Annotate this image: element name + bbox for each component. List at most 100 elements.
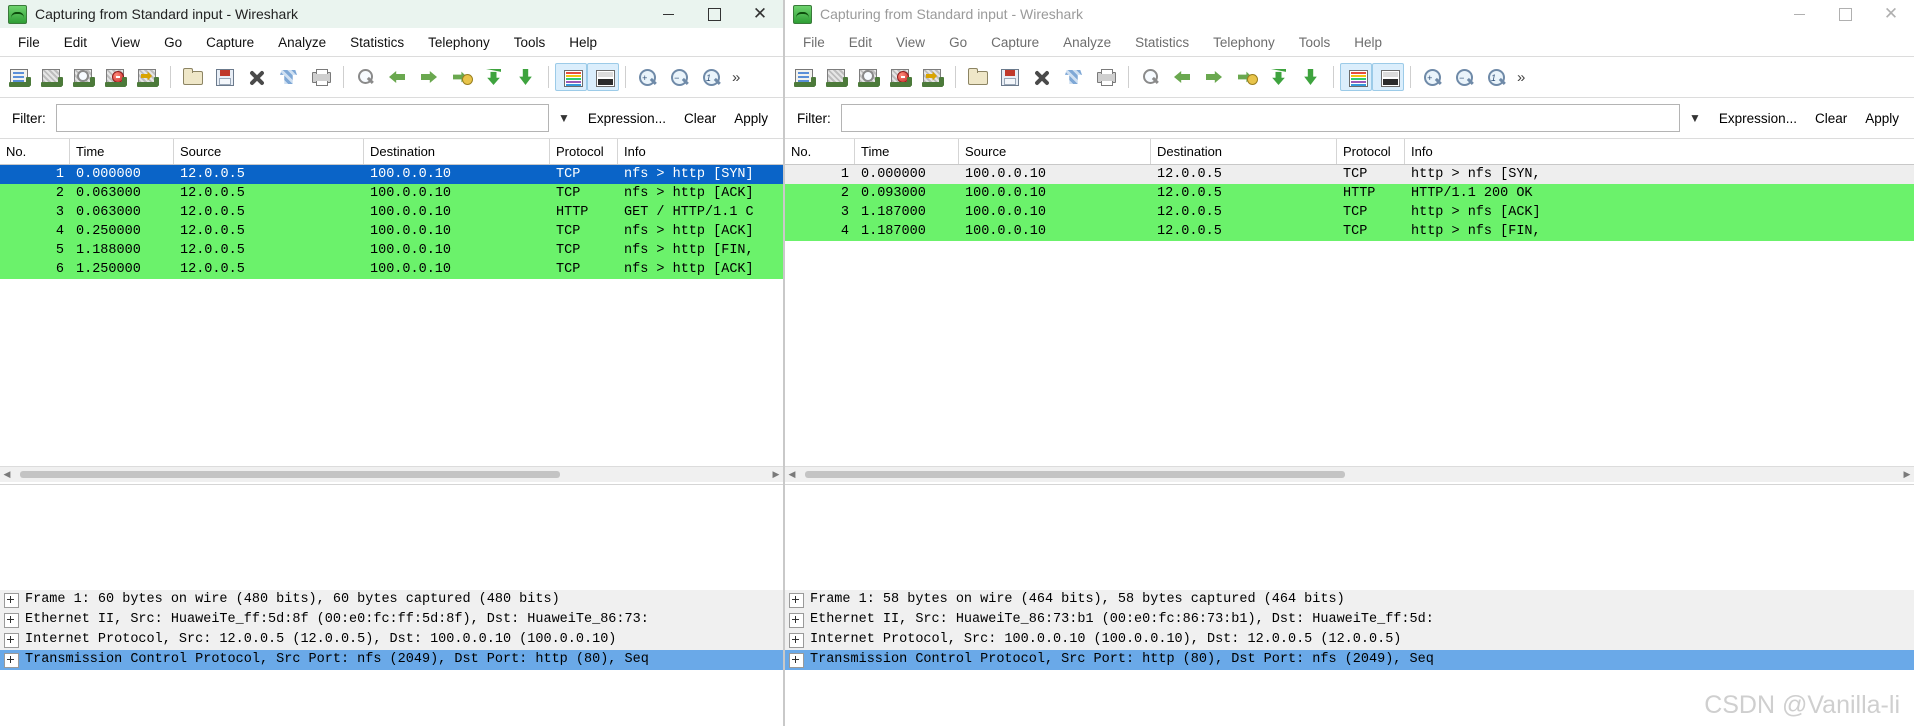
column-header-no[interactable]: No. [785,139,855,164]
find-packet-icon[interactable] [350,62,382,92]
zoom-reset-icon[interactable]: 1 [696,62,728,92]
minimize-button[interactable] [645,0,691,28]
print-icon[interactable] [1090,62,1122,92]
toolbar-overflow-icon[interactable]: » [1517,69,1525,86]
scroll-left-icon[interactable]: ◀ [785,469,799,480]
menu-go[interactable]: Go [152,31,194,54]
column-header-time[interactable]: Time [855,139,959,164]
zoom-reset-icon[interactable]: 1 [1481,62,1513,92]
go-first-packet-icon[interactable] [478,62,510,92]
column-header-destination[interactable]: Destination [364,139,550,164]
auto-scroll-icon[interactable] [587,63,619,91]
table-row[interactable]: 2 0.093000 100.0.0.10 12.0.0.5 HTTP HTTP… [785,184,1914,203]
column-header-info[interactable]: Info [1405,139,1910,164]
menu-capture[interactable]: Capture [194,31,266,54]
find-packet-icon[interactable] [1135,62,1167,92]
table-row[interactable]: 2 0.063000 12.0.0.5 100.0.0.10 TCP nfs >… [0,184,783,203]
packet-list-hscrollbar[interactable]: ◀ ▶ [785,466,1914,482]
start-capture-icon[interactable] [68,62,100,92]
close-file-icon[interactable] [241,62,273,92]
column-header-protocol[interactable]: Protocol [1337,139,1405,164]
start-capture-icon[interactable] [853,62,885,92]
scroll-right-icon[interactable]: ▶ [769,469,783,480]
detail-row[interactable]: Frame 1: 60 bytes on wire (480 bits), 60… [0,590,783,610]
auto-scroll-icon[interactable] [1372,63,1404,91]
scrollbar-thumb[interactable] [805,471,1345,478]
menu-view[interactable]: View [99,31,152,54]
packet-list-hscrollbar[interactable]: ◀ ▶ [0,466,783,482]
capture-options-icon[interactable] [36,62,68,92]
menu-telephony[interactable]: Telephony [1201,31,1287,54]
filter-input[interactable] [55,104,549,132]
open-file-icon[interactable] [962,62,994,92]
detail-row[interactable]: Transmission Control Protocol, Src Port:… [785,650,1914,670]
save-file-icon[interactable] [209,62,241,92]
menu-edit[interactable]: Edit [837,31,884,54]
detail-row[interactable]: Transmission Control Protocol, Src Port:… [0,650,783,670]
colorize-icon[interactable] [555,63,587,91]
zoom-in-icon[interactable]: + [1417,62,1449,92]
close-button[interactable]: ✕ [1868,0,1914,28]
table-row[interactable]: 1 0.000000 100.0.0.10 12.0.0.5 TCP http … [785,165,1914,184]
filter-dropdown-icon[interactable]: ▼ [549,111,579,125]
minimize-button[interactable] [1776,0,1822,28]
toolbar-overflow-icon[interactable]: » [732,69,740,86]
menu-statistics[interactable]: Statistics [1123,31,1201,54]
print-icon[interactable] [305,62,337,92]
expand-icon[interactable] [789,592,804,608]
menu-analyze[interactable]: Analyze [1051,31,1123,54]
table-row[interactable]: 4 0.250000 12.0.0.5 100.0.0.10 TCP nfs >… [0,222,783,241]
expand-icon[interactable] [4,652,19,668]
stop-capture-icon[interactable] [100,62,132,92]
menu-file[interactable]: File [791,31,837,54]
filter-dropdown-icon[interactable]: ▼ [1680,111,1710,125]
table-row[interactable]: 3 0.063000 12.0.0.5 100.0.0.10 HTTP GET … [0,203,783,222]
column-header-time[interactable]: Time [70,139,174,164]
zoom-out-icon[interactable]: − [1449,62,1481,92]
menu-capture[interactable]: Capture [979,31,1051,54]
open-file-icon[interactable] [177,62,209,92]
menu-tools[interactable]: Tools [502,31,558,54]
restart-capture-icon[interactable] [132,62,164,92]
scrollbar-track[interactable] [799,471,1900,478]
column-header-protocol[interactable]: Protocol [550,139,618,164]
go-forward-icon[interactable] [1199,62,1231,92]
go-last-packet-icon[interactable] [510,62,542,92]
detail-row[interactable]: Frame 1: 58 bytes on wire (464 bits), 58… [785,590,1914,610]
interfaces-icon[interactable] [789,62,821,92]
apply-filter-button[interactable]: Apply [1856,111,1908,126]
close-button[interactable]: ✕ [737,0,783,28]
table-row[interactable]: 3 1.187000 100.0.0.10 12.0.0.5 TCP http … [785,203,1914,222]
column-header-destination[interactable]: Destination [1151,139,1337,164]
go-back-icon[interactable] [1167,62,1199,92]
maximize-button[interactable] [1822,0,1868,28]
menu-view[interactable]: View [884,31,937,54]
menu-statistics[interactable]: Statistics [338,31,416,54]
colorize-icon[interactable] [1340,63,1372,91]
detail-row[interactable]: Ethernet II, Src: HuaweiTe_86:73:b1 (00:… [785,610,1914,630]
scroll-left-icon[interactable]: ◀ [0,469,14,480]
menu-file[interactable]: File [6,31,52,54]
detail-row[interactable]: Internet Protocol, Src: 100.0.0.10 (100.… [785,630,1914,650]
expression-button[interactable]: Expression... [1710,111,1806,126]
expand-icon[interactable] [4,612,19,628]
expand-icon[interactable] [4,592,19,608]
menu-telephony[interactable]: Telephony [416,31,502,54]
menu-edit[interactable]: Edit [52,31,99,54]
scroll-right-icon[interactable]: ▶ [1900,469,1914,480]
go-last-packet-icon[interactable] [1295,62,1327,92]
expand-icon[interactable] [789,632,804,648]
expand-icon[interactable] [789,612,804,628]
stop-capture-icon[interactable] [885,62,917,92]
scrollbar-thumb[interactable] [20,471,560,478]
zoom-in-icon[interactable]: + [632,62,664,92]
detail-row[interactable]: Internet Protocol, Src: 12.0.0.5 (12.0.0… [0,630,783,650]
go-back-icon[interactable] [382,62,414,92]
expand-icon[interactable] [4,632,19,648]
table-row[interactable]: 1 0.000000 12.0.0.5 100.0.0.10 TCP nfs >… [0,165,783,184]
reload-icon[interactable] [1058,62,1090,92]
table-row[interactable]: 5 1.188000 12.0.0.5 100.0.0.10 TCP nfs >… [0,241,783,260]
interfaces-icon[interactable] [4,62,36,92]
maximize-button[interactable] [691,0,737,28]
restart-capture-icon[interactable] [917,62,949,92]
